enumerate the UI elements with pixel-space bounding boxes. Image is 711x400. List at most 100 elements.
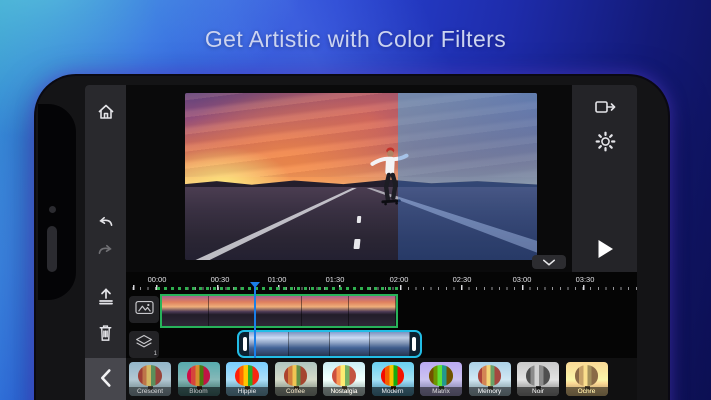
produce-button[interactable]	[85, 283, 126, 309]
speaker-grille	[47, 226, 57, 272]
center-lane-dash	[356, 215, 362, 224]
filter-thumbnail: Memory	[468, 362, 511, 396]
overlay-track-icon	[134, 333, 154, 356]
filter-thumbnail: Nostalgia	[323, 362, 365, 396]
filter-thumbnail: Crescent	[129, 362, 171, 396]
filter-item[interactable]: Crescent	[129, 362, 171, 400]
video-clip-thumbnail	[349, 296, 396, 326]
playhead[interactable]	[250, 282, 260, 358]
timeline-timestamp: 03:30	[575, 275, 595, 284]
preview-panel	[126, 85, 572, 272]
filter-label: Matrix	[420, 387, 462, 396]
undo-icon	[96, 213, 115, 228]
filter-strip: Crescent Bloom Hippie Coffee Nostalgia M…	[126, 358, 637, 400]
filter-thumbnail: Noir	[517, 362, 559, 396]
filter-thumbnail: Coffee	[274, 362, 317, 396]
filter-label: Noir	[517, 387, 559, 396]
gear-icon	[595, 131, 616, 157]
hide-timeline-button[interactable]	[532, 255, 566, 269]
hot-air-balloon-image	[574, 364, 599, 390]
right-toolbar	[572, 85, 637, 272]
timeline-timestamp: 01:00	[267, 275, 287, 284]
filter-thumbnail: Matrix	[420, 362, 462, 396]
timeline-timestamp: 02:30	[452, 275, 472, 284]
overlay-clip-thumbnail	[369, 332, 410, 356]
overlay-track-header[interactable]: 1	[129, 331, 159, 358]
clip-trim-handle-right[interactable]	[412, 337, 416, 351]
home-icon	[96, 102, 116, 122]
app-screen: 00:00 00:30 01:00 01:30 02:00 02:30 03:0…	[85, 85, 637, 400]
video-preview	[185, 93, 537, 260]
export-button[interactable]	[588, 96, 622, 122]
redo-button[interactable]	[85, 235, 126, 261]
hot-air-balloon-image	[332, 364, 356, 390]
play-icon	[595, 238, 615, 265]
filter-thumbnail: Ochre	[565, 362, 608, 396]
phone-camera-notch	[38, 104, 76, 300]
overlay-clip-thumbnail	[289, 332, 330, 356]
filter-label: Modern	[371, 387, 414, 396]
delete-button[interactable]	[85, 319, 126, 345]
filter-label: Bloom	[177, 387, 220, 396]
selected-filter-clip[interactable]	[237, 330, 422, 358]
hot-air-balloon-image	[283, 364, 308, 390]
timeline-timestamp: 02:00	[389, 275, 409, 284]
video-track-icon	[134, 299, 155, 321]
hot-air-balloon-image	[186, 364, 211, 390]
video-clip-thumbnail	[162, 296, 209, 326]
filter-item[interactable]: Coffee	[274, 362, 317, 400]
undo-button[interactable]	[85, 207, 126, 233]
center-lane-dash	[353, 239, 361, 250]
filter-label: Hippie	[226, 387, 268, 396]
export-icon	[594, 98, 617, 121]
filter-thumbnail: Bloom	[177, 362, 220, 396]
overlay-track-badge: 1	[153, 351, 157, 357]
timeline: 00:00 00:30 01:00 01:30 02:00 02:30 03:0…	[126, 272, 637, 358]
banner-title: Get Artistic with Color Filters	[204, 26, 507, 52]
timeline-ruler[interactable]: 00:00 00:30 01:00 01:30 02:00 02:30 03:0…	[126, 272, 637, 292]
hot-air-balloon-image	[138, 364, 162, 390]
hot-air-balloon-image	[380, 364, 405, 390]
collapse-left-icon	[98, 367, 113, 400]
filter-label: Coffee	[274, 387, 317, 396]
overlay-clip-thumbnail	[329, 332, 370, 356]
video-clip[interactable]	[160, 294, 398, 328]
filter-thumbnail: Modern	[371, 362, 414, 396]
settings-button[interactable]	[588, 131, 622, 157]
chevron-down-icon	[542, 253, 556, 271]
collapse-panel-button[interactable]	[85, 358, 126, 400]
play-button[interactable]	[588, 238, 622, 264]
redo-icon	[96, 241, 115, 256]
hot-air-balloon-image	[526, 364, 550, 390]
hot-air-balloon-image	[429, 364, 453, 390]
color-filter-split-overlay	[397, 93, 537, 260]
filter-item[interactable]: Memory	[468, 362, 511, 400]
filter-item[interactable]: Modern	[371, 362, 414, 400]
ruler-green-markers	[157, 287, 400, 290]
video-clip-thumbnail	[255, 296, 303, 326]
filter-item[interactable]: Matrix	[420, 362, 462, 400]
filter-item[interactable]: Noir	[517, 362, 559, 400]
video-clip-thumbnail	[302, 296, 350, 326]
timeline-timestamp: 00:00	[147, 275, 167, 284]
home-button[interactable]	[85, 99, 126, 125]
filter-item[interactable]: Ochre	[565, 362, 608, 400]
filter-label: Ochre	[565, 387, 608, 396]
filter-item[interactable]: Bloom	[177, 362, 220, 400]
timeline-timestamp: 03:00	[512, 275, 532, 284]
promo-screenshot: Get Artistic with Color Filters 00:00 00…	[0, 0, 711, 400]
video-track-header[interactable]	[129, 296, 159, 323]
trash-icon	[96, 322, 115, 343]
produce-icon	[96, 286, 116, 306]
filter-label: Crescent	[129, 387, 171, 396]
filter-blue-tint-layer	[397, 93, 537, 260]
filter-label: Memory	[468, 387, 511, 396]
filter-thumbnail: Hippie	[226, 362, 268, 396]
left-toolbar	[85, 85, 126, 400]
timeline-timestamp: 00:30	[210, 275, 230, 284]
video-clip-thumbnail	[208, 296, 256, 326]
filter-item[interactable]: Hippie	[226, 362, 268, 400]
filter-item[interactable]: Nostalgia	[323, 362, 365, 400]
hot-air-balloon-image	[477, 364, 502, 390]
clip-trim-handle-left[interactable]	[243, 337, 247, 351]
